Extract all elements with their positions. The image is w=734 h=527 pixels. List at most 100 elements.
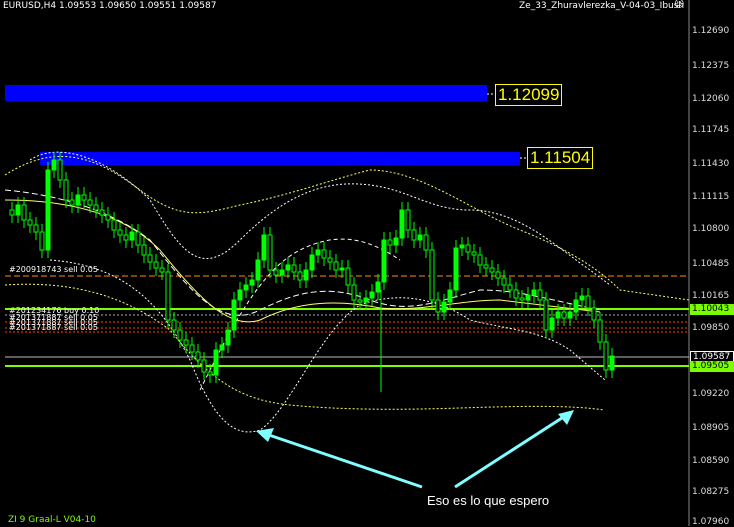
candle-body <box>123 234 129 241</box>
candle-body <box>213 349 219 376</box>
candle-body <box>495 271 501 279</box>
candle-body <box>435 299 441 313</box>
price-tick: 1.09220 <box>692 389 730 399</box>
annotation-arrow-right <box>454 410 574 489</box>
candle-body <box>483 264 489 269</box>
candle-body <box>369 291 375 299</box>
candle-body <box>573 299 579 313</box>
candle-body <box>453 247 459 291</box>
candle-body <box>309 254 315 271</box>
candle-body <box>567 311 573 319</box>
candle-body <box>591 307 597 321</box>
candle-body <box>345 267 351 286</box>
candle-body <box>63 179 69 201</box>
price-tick: 1.08275 <box>692 487 730 497</box>
price-tick: 1.12060 <box>692 94 730 104</box>
candle-body <box>147 254 153 263</box>
candle-body <box>183 339 189 346</box>
candle-body <box>465 244 471 253</box>
candle-body <box>513 289 519 299</box>
price-tick: 1.08905 <box>692 423 730 433</box>
target-band-upper[interactable] <box>5 85 487 101</box>
candle-body <box>189 344 195 353</box>
candle-body <box>357 299 363 303</box>
candle-body <box>201 359 207 373</box>
price-tick: 1.12375 <box>692 61 730 71</box>
candle-body <box>405 209 411 231</box>
price-tick: 1.11745 <box>692 125 730 135</box>
price-chart[interactable] <box>0 0 734 526</box>
candle-body <box>255 259 261 281</box>
candle-body <box>303 269 309 281</box>
candle-body <box>585 295 591 309</box>
candle-body <box>321 249 327 259</box>
candle-body <box>261 234 267 261</box>
candle-body <box>507 284 513 291</box>
candle-body <box>225 329 231 346</box>
candle-body <box>537 289 543 301</box>
price-tick: 1.10165 <box>692 291 730 301</box>
candle-body <box>99 209 105 216</box>
target-band-lower[interactable] <box>40 152 520 165</box>
candle-body <box>597 319 603 343</box>
candle-body <box>153 261 159 269</box>
candle-body <box>441 301 447 313</box>
candle-body <box>279 269 285 276</box>
candle-body <box>561 311 567 319</box>
annotation-arrow-left <box>256 428 423 489</box>
candle-body <box>51 159 57 171</box>
candle-body <box>399 209 405 239</box>
level-a-price-box: 1.10043 <box>690 304 734 315</box>
candle-body <box>273 269 279 276</box>
candle-body <box>165 271 171 321</box>
price-tick: 1.08590 <box>692 456 730 466</box>
candle-body <box>27 219 33 226</box>
candle-body <box>375 281 381 293</box>
price-tick: 1.11430 <box>692 159 730 169</box>
candle-body <box>243 284 249 291</box>
candle-body <box>75 194 81 206</box>
order-label-5: #201371887 sell 0.05 <box>9 323 98 332</box>
target-price-lower[interactable]: 1.11504 <box>527 147 594 169</box>
candle-body <box>519 297 525 301</box>
indicator-name: Ze_33_Zhuravlerezka_V-04-03_Ibush <box>519 1 685 11</box>
candle-body <box>459 244 465 249</box>
price-tick: 1.11115 <box>692 192 730 202</box>
candle-body <box>579 295 585 301</box>
target-price-upper[interactable]: 1.12099 <box>495 84 563 106</box>
candle-body <box>297 271 303 281</box>
candle-body <box>423 234 429 251</box>
footer-label: ZI 9 Graal-L V04-10 <box>8 515 96 525</box>
candle-body <box>231 299 237 331</box>
candle-body <box>477 254 483 266</box>
candle-body <box>39 231 45 251</box>
candle-body <box>381 239 387 283</box>
candle-body <box>489 267 495 273</box>
price-tick: 1.09850 <box>692 323 730 333</box>
candle-body <box>327 257 333 263</box>
candle-body <box>237 289 243 301</box>
candle-body <box>81 194 87 201</box>
candle-body <box>135 231 141 246</box>
candle-body <box>9 209 15 216</box>
candle-body <box>501 277 507 286</box>
candle-body <box>33 224 39 233</box>
candle-body <box>129 231 135 241</box>
bollinger-upper <box>29 151 611 286</box>
candle-body <box>93 204 99 211</box>
candle-body <box>267 234 273 271</box>
candle-body <box>555 311 561 319</box>
candle-body <box>315 249 321 256</box>
candle-body <box>117 229 123 236</box>
outer-envelope-lower <box>4 283 605 411</box>
candle-body <box>171 319 177 331</box>
symbol-info: EURUSD,H4 1.09553 1.09650 1.09551 1.0958… <box>3 1 217 11</box>
smiley-icon: ☺ <box>674 0 685 10</box>
order-label-1: #200918743 sell 0.05 <box>9 265 98 274</box>
candle-body <box>105 214 111 221</box>
candle-body <box>411 229 417 241</box>
price-tick: 1.12690 <box>692 26 730 36</box>
candle-body <box>249 279 255 286</box>
candle-body <box>159 267 165 273</box>
level-b-price-box: 1.09505 <box>690 361 734 372</box>
